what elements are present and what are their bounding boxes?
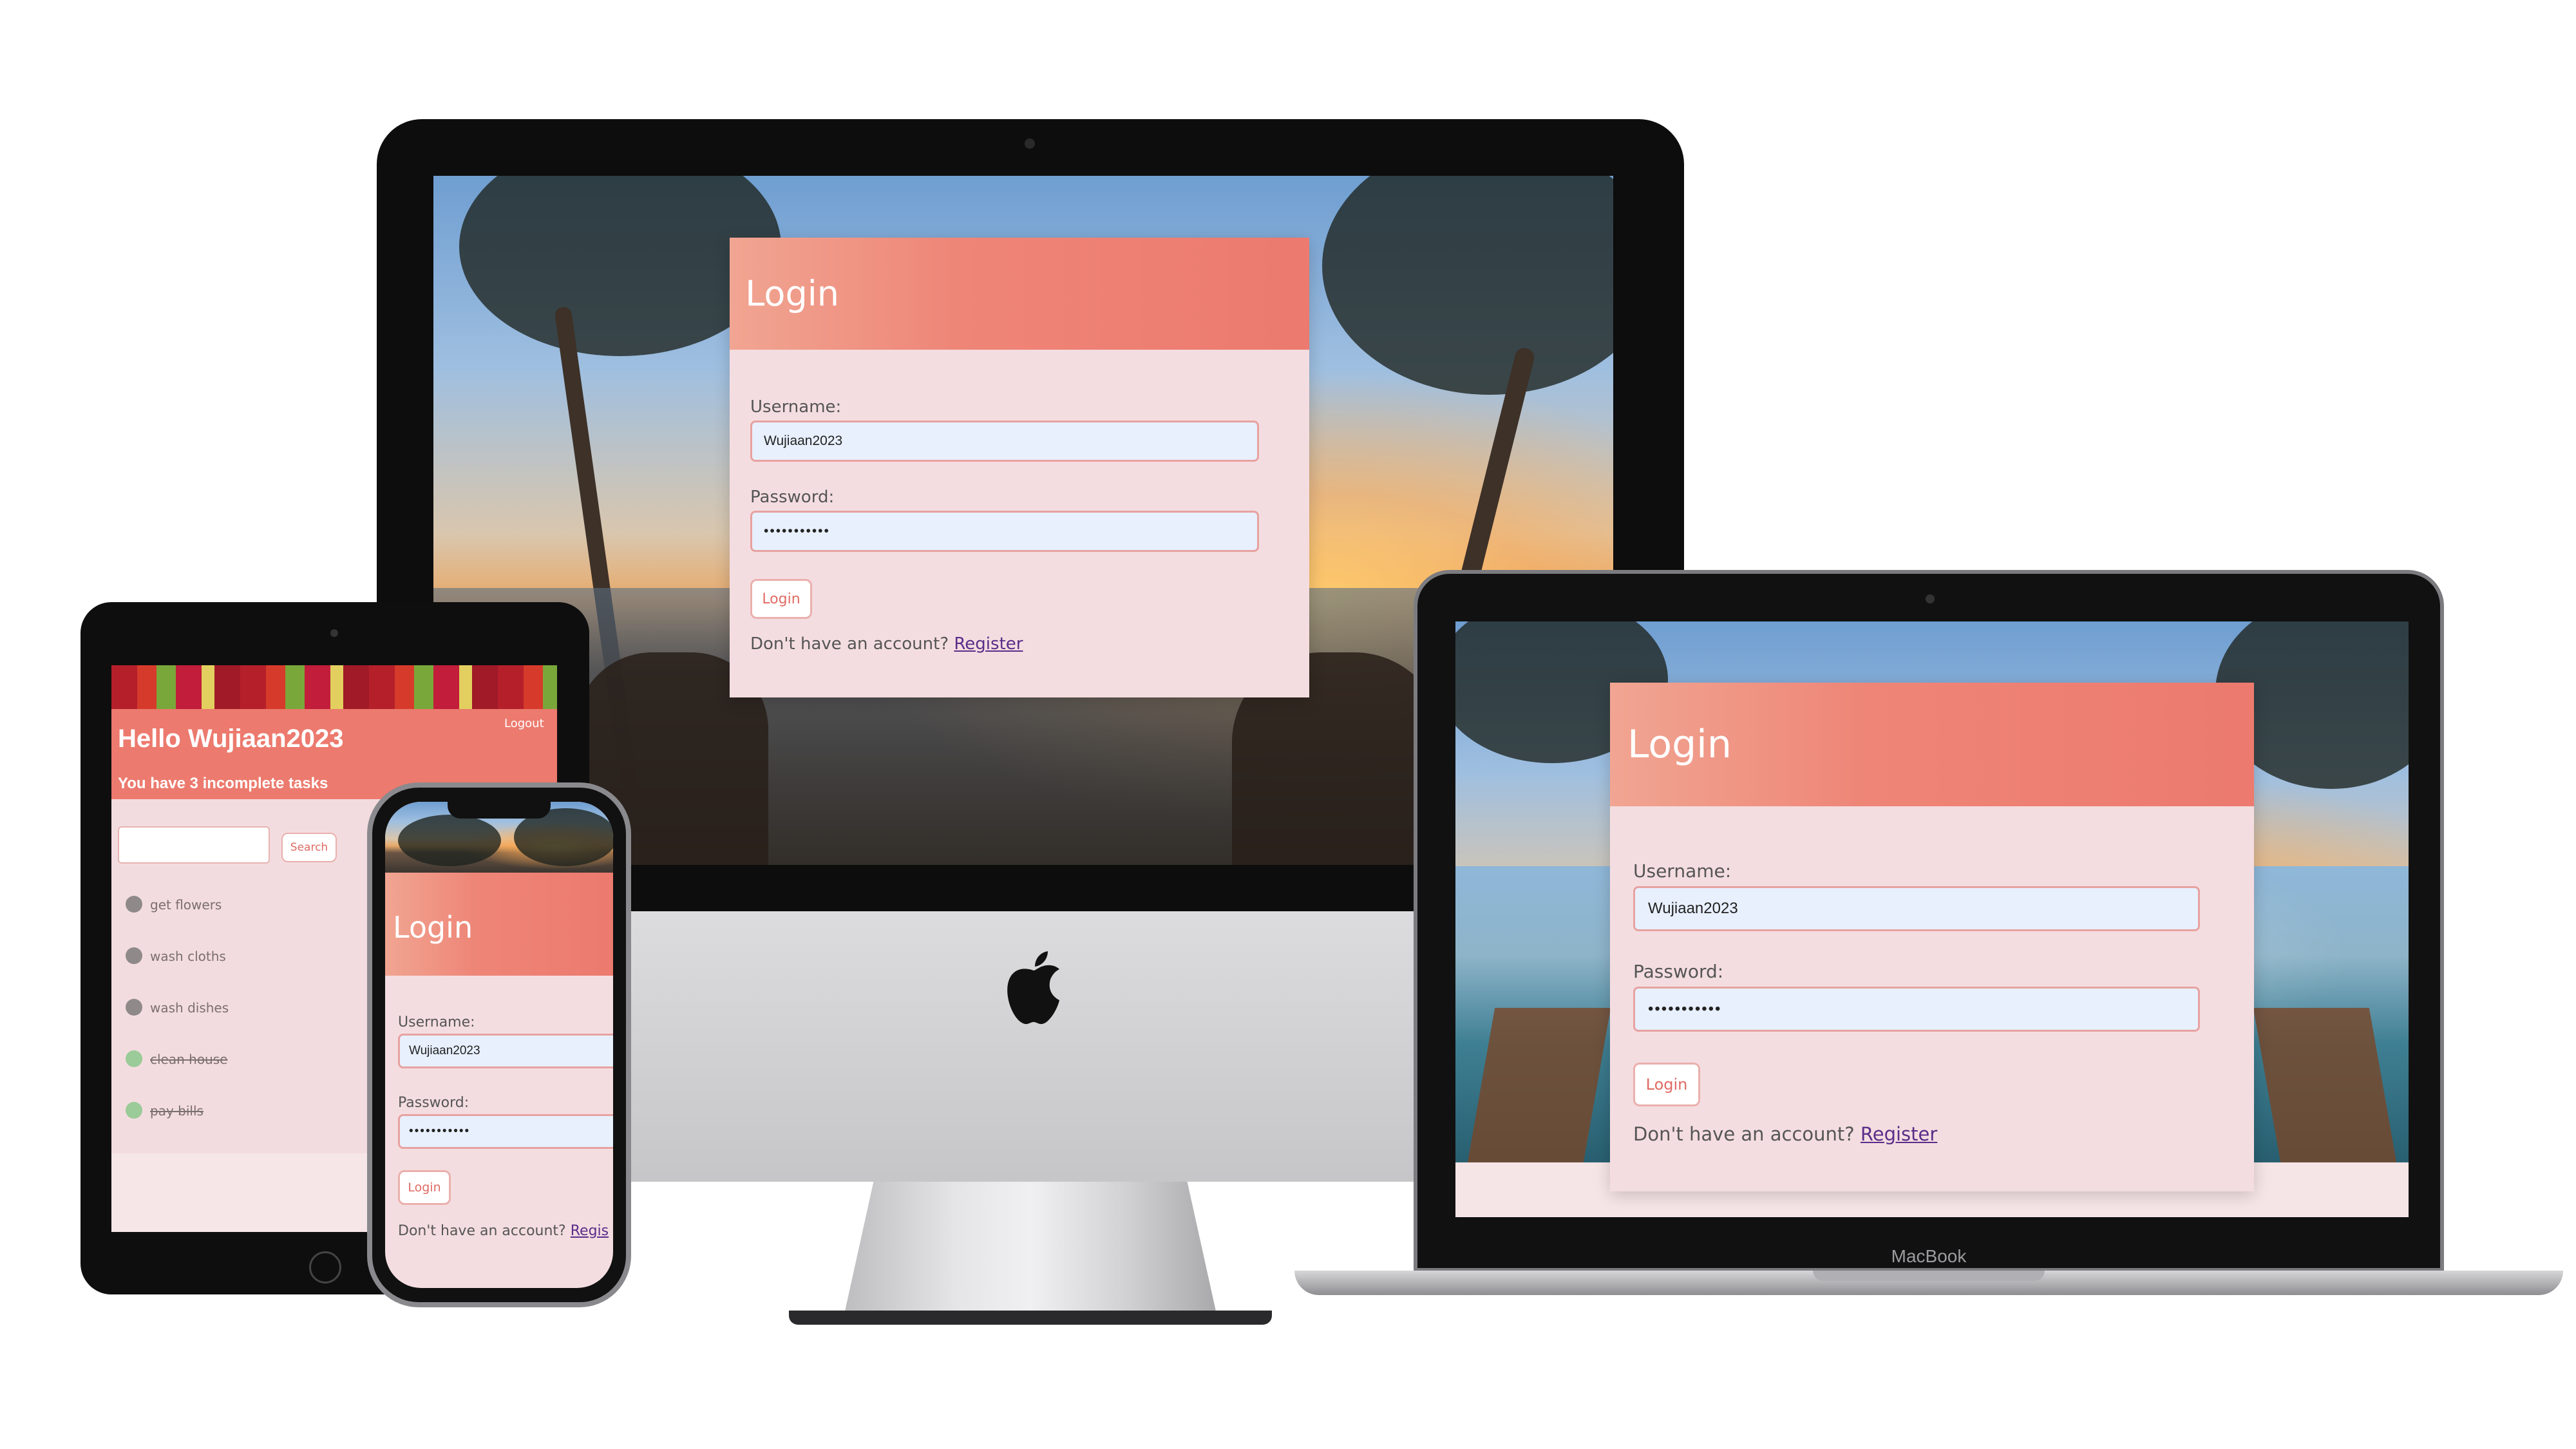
iphone-notch	[448, 799, 551, 819]
task-label[interactable]: clean house	[150, 1052, 227, 1067]
register-prompt: Don't have an account? Register	[750, 634, 1023, 654]
task-status-dot[interactable]	[126, 947, 142, 964]
imac-stand-base	[789, 1311, 1272, 1325]
ipad-home-button[interactable]	[309, 1251, 341, 1283]
register-prompt-text: Don't have an account?	[1633, 1123, 1855, 1145]
task-label[interactable]: wash cloths	[150, 949, 226, 964]
ipad-camera	[330, 629, 338, 637]
login-header: Login	[1610, 683, 2254, 806]
macbook-brand-label: MacBook	[1891, 1246, 1967, 1266]
search-input[interactable]	[118, 826, 270, 864]
password-field[interactable]: •••••••••••	[398, 1114, 613, 1149]
username-label: Username:	[1633, 860, 1732, 882]
username-label: Username:	[398, 1014, 475, 1030]
login-button[interactable]: Login	[398, 1170, 451, 1205]
iphone-screen: Login Username: Wujiaan2023 Password: ••…	[385, 802, 613, 1288]
register-prompt: Don't have an account? Register	[1633, 1123, 1937, 1145]
macbook-screen: Login Username: Wujiaan2023 Password: ••…	[1455, 621, 2409, 1217]
login-button[interactable]: Login	[750, 579, 812, 619]
username-label: Username:	[750, 397, 842, 417]
password-label: Password:	[750, 488, 835, 507]
login-header: Login	[730, 238, 1309, 350]
macbook-device: MacBook Login Username: Wujiaan2023 Pass…	[1294, 570, 2563, 1298]
register-prompt: Don't have an account? Regis	[398, 1223, 609, 1239]
register-prompt-text: Don't have an account?	[750, 634, 949, 654]
task-status-dot[interactable]	[126, 1102, 142, 1119]
task-status-dot[interactable]	[126, 1050, 142, 1067]
username-field[interactable]: Wujiaan2023	[1633, 886, 2200, 931]
task-status-dot[interactable]	[126, 999, 142, 1016]
task-status-dot[interactable]	[126, 896, 142, 913]
imac-stand	[844, 1182, 1217, 1317]
logout-link[interactable]: Logout	[504, 717, 544, 730]
search-button[interactable]: Search	[281, 833, 337, 862]
username-field[interactable]: Wujiaan2023	[398, 1034, 613, 1068]
password-label: Password:	[398, 1095, 469, 1111]
tablet-greeting: Hello Wujiaan2023	[118, 724, 344, 753]
macbook-notch	[1813, 1271, 2045, 1281]
iphone-device: Login Username: Wujiaan2023 Password: ••…	[367, 782, 631, 1307]
apple-logo-icon	[1001, 950, 1066, 1027]
tablet-subtitle: You have 3 incomplete tasks	[118, 775, 328, 792]
register-prompt-text: Don't have an account?	[398, 1223, 566, 1239]
register-link[interactable]: Register	[954, 634, 1023, 654]
register-link[interactable]: Regis	[571, 1223, 609, 1239]
imac-login-card: Login Username: Wujiaan2023 Password: ••…	[730, 238, 1309, 697]
fruit-banner	[111, 665, 557, 709]
password-label: Password:	[1633, 961, 1724, 982]
password-field[interactable]: •••••••••••	[1633, 987, 2200, 1032]
macbook-login-card: Login Username: Wujiaan2023 Password: ••…	[1610, 683, 2254, 1191]
login-title: Login	[393, 910, 473, 945]
task-label[interactable]: wash dishes	[150, 1000, 229, 1016]
register-link[interactable]: Register	[1861, 1123, 1937, 1145]
login-button[interactable]: Login	[1633, 1063, 1700, 1106]
login-title: Login	[745, 273, 839, 314]
login-title: Login	[1627, 722, 1732, 767]
task-label[interactable]: get flowers	[150, 897, 222, 913]
task-label[interactable]: pay bills	[150, 1103, 204, 1119]
username-field[interactable]: Wujiaan2023	[750, 421, 1259, 462]
password-field[interactable]: •••••••••••	[750, 511, 1259, 552]
macbook-camera	[1926, 594, 1935, 603]
imac-camera	[1025, 138, 1035, 149]
